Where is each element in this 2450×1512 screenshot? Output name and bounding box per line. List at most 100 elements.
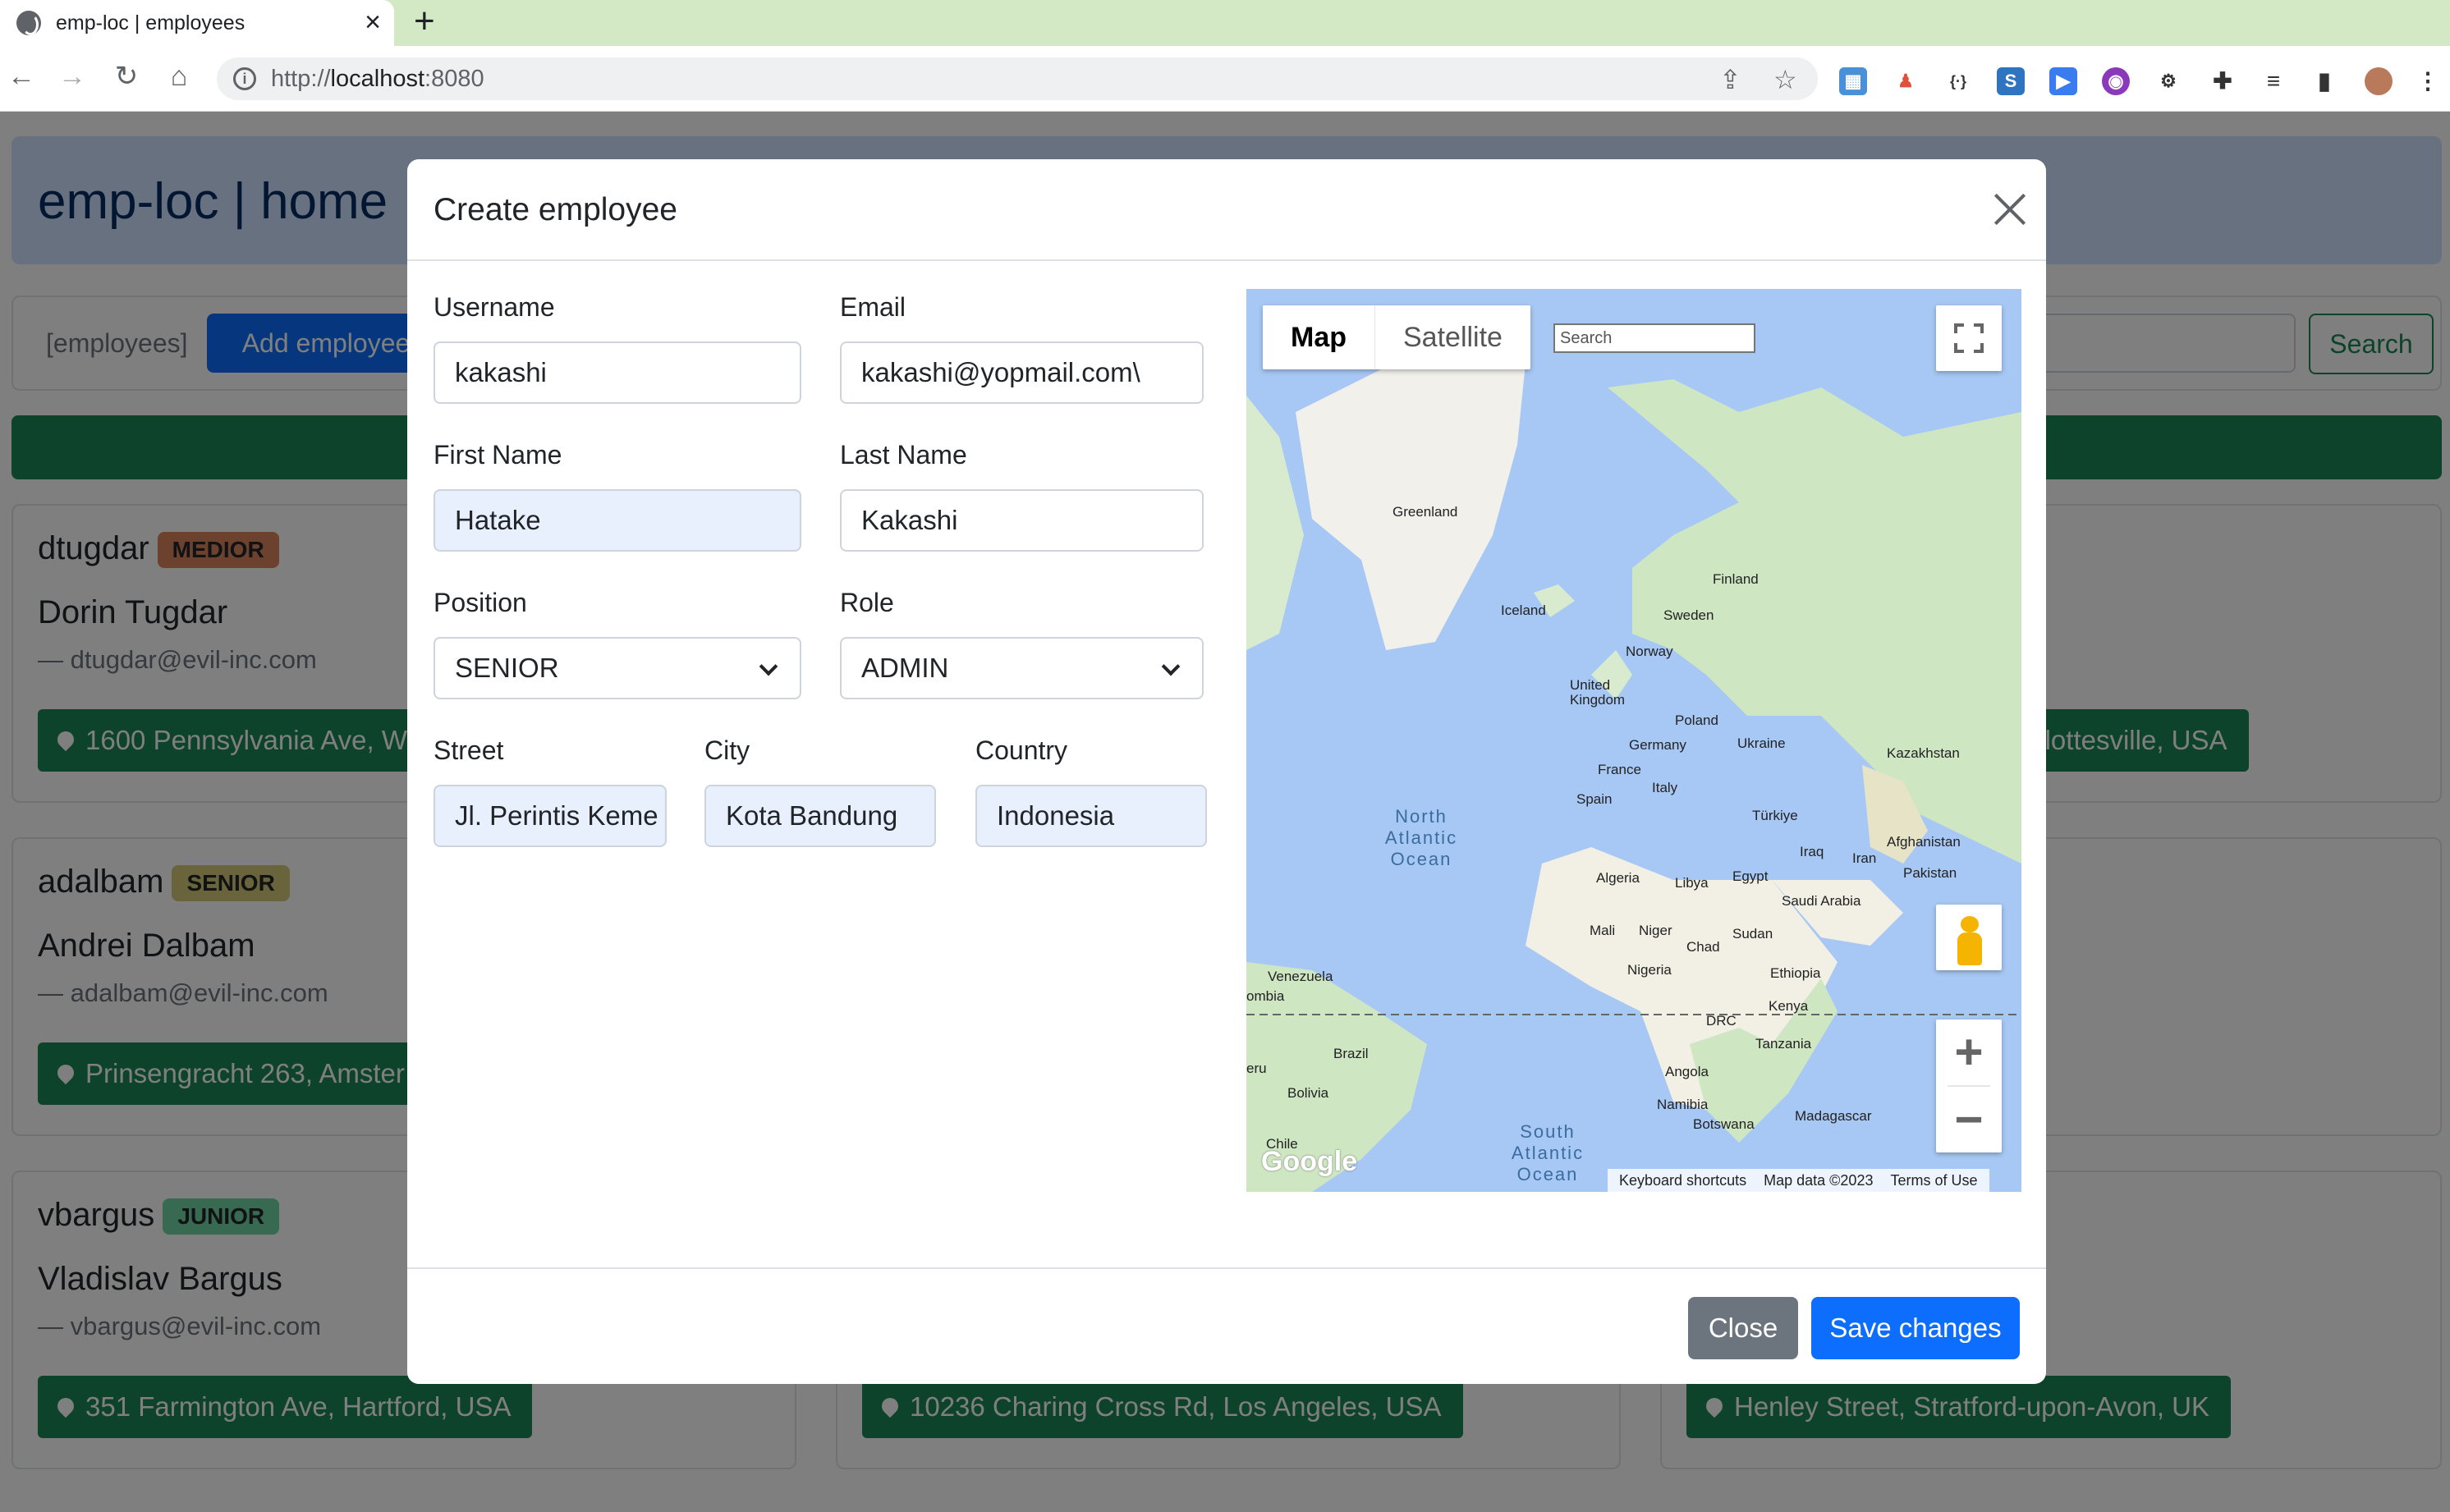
- site-info-icon[interactable]: i: [233, 67, 256, 90]
- close-button[interactable]: Close: [1688, 1297, 1798, 1359]
- reload-icon[interactable]: ↻: [108, 60, 145, 93]
- zoom-in-button[interactable]: +: [1936, 1019, 2002, 1085]
- map-label: Kenya: [1769, 998, 1809, 1014]
- map-label: Sudan: [1732, 926, 1773, 942]
- media-icon[interactable]: ≡: [2260, 67, 2287, 95]
- address-bar[interactable]: i http://localhost:8080 ⇪ ☆: [217, 57, 1818, 100]
- map-label: Niger: [1639, 923, 1672, 938]
- map-label: eru: [1246, 1061, 1267, 1076]
- map-label: Bolivia: [1287, 1085, 1329, 1101]
- last-name-field[interactable]: Kakashi: [840, 489, 1204, 552]
- first-name-field[interactable]: Hatake: [434, 489, 801, 552]
- chevron-down-icon: [1161, 657, 1181, 676]
- username-field[interactable]: kakashi: [434, 341, 801, 404]
- street-label: Street: [434, 735, 504, 765]
- new-tab-button[interactable]: +: [414, 3, 435, 39]
- tab-title: emp-loc | employees: [56, 11, 245, 34]
- map-label: Greenland: [1392, 504, 1458, 520]
- location-map[interactable]: Map Satellite Search + − Greenland Icela…: [1246, 289, 2021, 1192]
- map-type-control: Map Satellite: [1263, 305, 1530, 369]
- map-label: Venezuela: [1268, 969, 1333, 984]
- close-icon[interactable]: [1987, 187, 2033, 233]
- chevron-down-icon: [759, 657, 778, 676]
- url-text[interactable]: http://localhost:8080: [271, 66, 484, 93]
- role-select[interactable]: ADMIN: [840, 637, 1204, 699]
- street-view-pegman[interactable]: [1936, 905, 2002, 970]
- extension-icon-1[interactable]: ▦: [1839, 67, 1867, 95]
- map-label: Iran: [1852, 850, 1877, 866]
- modal-footer: Close Save changes: [407, 1267, 2046, 1384]
- map-label: Türkiye: [1752, 808, 1798, 823]
- save-changes-button[interactable]: Save changes: [1811, 1297, 2020, 1359]
- map-label: Iceland: [1501, 603, 1546, 618]
- fullscreen-icon: [1954, 323, 1984, 353]
- menu-kebab-icon[interactable]: ⋮: [2414, 67, 2442, 95]
- tab-strip: emp-loc | employees × +: [0, 0, 2450, 46]
- map-label: Poland: [1675, 712, 1718, 728]
- country-label: Country: [975, 735, 1068, 765]
- email-field[interactable]: kakashi@yopmail.com\: [840, 341, 1204, 404]
- extension-icon-3[interactable]: {·}: [1944, 67, 1972, 95]
- map-label: Pakistan: [1903, 865, 1957, 881]
- extension-icon-5[interactable]: ▶: [2049, 67, 2077, 95]
- globe-icon: [16, 11, 41, 35]
- extensions-puzzle-icon[interactable]: ✚: [2209, 67, 2237, 95]
- map-label: United Kingdom: [1570, 677, 1626, 708]
- city-label: City: [704, 735, 750, 765]
- map-label: Ethiopia: [1770, 965, 1821, 981]
- extension-icon-2[interactable]: ♟: [1892, 67, 1920, 95]
- extension-icon-6[interactable]: ◉: [2102, 67, 2130, 95]
- browser-toolbar: ← → ↻ ⌂ i http://localhost:8080 ⇪ ☆ ▦ ♟ …: [0, 46, 2450, 112]
- map-label: Finland: [1713, 571, 1759, 587]
- role-label: Role: [840, 588, 894, 617]
- map-label: ombia: [1246, 988, 1285, 1004]
- zoom-out-button[interactable]: −: [1936, 1087, 2002, 1152]
- share-icon[interactable]: ⇪: [1719, 64, 1741, 95]
- extension-icon-4[interactable]: S: [1997, 67, 2025, 95]
- map-footer: Keyboard shortcuts Map data ©2023 Terms …: [1608, 1169, 1989, 1192]
- map-label: France: [1598, 762, 1641, 777]
- bookmark-star-icon[interactable]: ☆: [1773, 64, 1797, 95]
- terms-of-use-link[interactable]: Terms of Use: [1890, 1172, 1977, 1189]
- map-label: Germany: [1629, 737, 1686, 753]
- create-employee-modal: Create employee Username kakashi Email k…: [407, 159, 2046, 1384]
- map-label: Botswana: [1693, 1116, 1755, 1132]
- google-logo: Google: [1261, 1146, 1358, 1177]
- map-data-text: Map data ©2023: [1764, 1172, 1874, 1189]
- map-type-map-button[interactable]: Map: [1263, 305, 1375, 369]
- city-field[interactable]: Kota Bandung: [704, 785, 936, 847]
- pegman-icon: [1961, 916, 1979, 932]
- map-type-satellite-button[interactable]: Satellite: [1375, 305, 1530, 369]
- street-field[interactable]: Jl. Perintis Keme: [434, 785, 667, 847]
- map-label: Sweden: [1663, 607, 1714, 623]
- map-label: Chad: [1686, 939, 1720, 955]
- keyboard-shortcuts-link[interactable]: Keyboard shortcuts: [1619, 1172, 1746, 1189]
- zoom-control: + −: [1936, 1019, 2002, 1152]
- username-label: Username: [434, 292, 555, 322]
- map-label: Norway: [1626, 644, 1673, 659]
- browser-tab[interactable]: emp-loc | employees ×: [0, 0, 394, 46]
- map-label: Madagascar: [1795, 1108, 1872, 1124]
- tab-close-icon[interactable]: ×: [365, 8, 381, 36]
- map-label: DRC: [1706, 1013, 1737, 1029]
- last-name-label: Last Name: [840, 440, 967, 470]
- extension-icon-7[interactable]: ⚙: [2154, 67, 2182, 95]
- ocean-label: South Atlantic Ocean: [1511, 1121, 1585, 1184]
- map-label: Angola: [1665, 1064, 1709, 1079]
- forward-icon[interactable]: →: [54, 60, 90, 93]
- back-icon[interactable]: ←: [3, 60, 39, 93]
- map-label: Kazakhstan: [1887, 745, 1960, 761]
- country-field[interactable]: Indonesia: [975, 785, 1207, 847]
- profile-avatar[interactable]: [2365, 67, 2393, 95]
- first-name-label: First Name: [434, 440, 562, 470]
- position-select[interactable]: SENIOR: [434, 637, 801, 699]
- map-label: Libya: [1675, 875, 1709, 891]
- map-label: Italy: [1652, 780, 1678, 795]
- map-label: Algeria: [1596, 870, 1640, 886]
- map-search-input[interactable]: Search: [1553, 323, 1755, 353]
- map-label: Nigeria: [1627, 962, 1672, 978]
- fullscreen-button[interactable]: [1936, 305, 2002, 371]
- home-icon[interactable]: ⌂: [161, 60, 197, 93]
- ocean-label: North Atlantic Ocean: [1384, 806, 1458, 869]
- side-panel-icon[interactable]: ▮: [2310, 67, 2338, 95]
